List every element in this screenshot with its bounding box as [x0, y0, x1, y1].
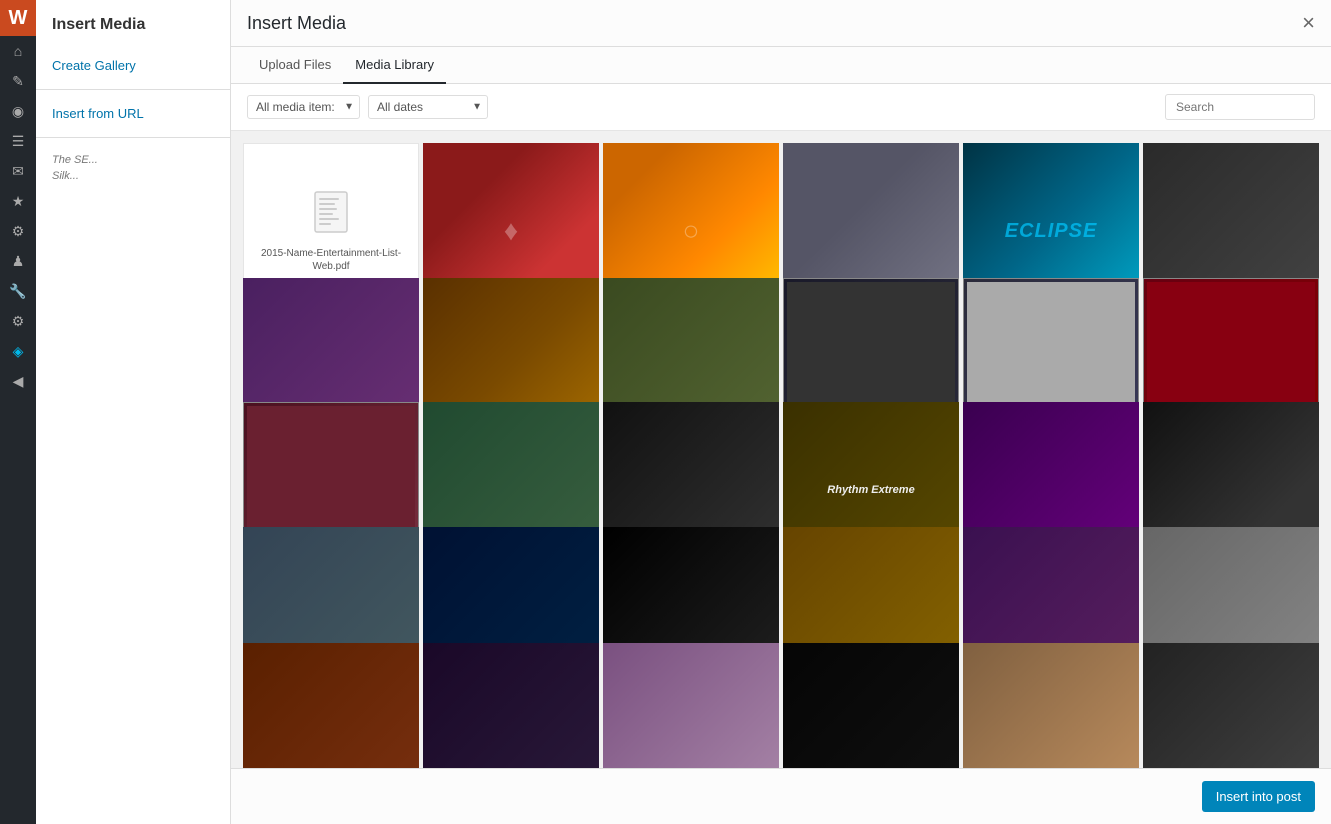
tools-icon[interactable]: 🔧 [0, 276, 36, 306]
network-icon[interactable]: ◈ [0, 336, 36, 366]
modal-title: Insert Media [36, 16, 230, 50]
media-item[interactable] [603, 643, 779, 768]
modal-overlay: Insert Media Create Gallery Insert from … [36, 0, 1331, 824]
tab-upload[interactable]: Upload Files [247, 47, 343, 84]
insert-into-post-button[interactable]: Insert into post [1202, 781, 1315, 812]
settings-icon[interactable]: ⚙ [0, 306, 36, 336]
create-gallery-link[interactable]: Create Gallery [36, 50, 230, 81]
search-input[interactable] [1165, 94, 1315, 120]
media-toolbar: All media item: Images Audio Video Docum… [231, 84, 1331, 131]
users-icon[interactable]: ♟ [0, 246, 36, 276]
sidebar-item-2: Silk... [52, 170, 214, 182]
dashboard-icon[interactable]: ⌂ [0, 36, 36, 66]
pdf-filename: 2015-Name-Entertainment-List-Web.pdf [252, 247, 410, 273]
edit-icon[interactable]: ✎ [0, 66, 36, 96]
filter-select-wrap: All media item: Images Audio Video Docum… [247, 95, 360, 119]
plugins-icon[interactable]: ⚙ [0, 216, 36, 246]
divider [36, 89, 230, 90]
pdf-icon [313, 190, 349, 241]
date-select-wrap: All dates January 2015 December 2014 Nov… [368, 95, 488, 119]
pages-icon[interactable]: ☰ [0, 126, 36, 156]
appearance-icon[interactable]: ★ [0, 186, 36, 216]
close-button[interactable]: × [1302, 12, 1315, 34]
media-item[interactable] [243, 643, 419, 768]
media-grid: 2015-Name-Entertainment-List-Web.pdf ♦ ○… [231, 131, 1331, 768]
filter-select[interactable]: All media item: Images Audio Video Docum… [247, 95, 360, 119]
sidebar-item-1: The SE... [52, 154, 214, 166]
wp-logo-icon: W [0, 0, 36, 36]
media-item[interactable] [783, 643, 959, 768]
main-content: Insert Media Create Gallery Insert from … [36, 0, 1331, 824]
media-item[interactable] [1143, 643, 1319, 768]
modal-left-panel: Insert Media Create Gallery Insert from … [36, 0, 231, 824]
comments-icon[interactable]: ✉ [0, 156, 36, 186]
divider2 [36, 137, 230, 138]
tabs-bar: Upload Files Media Library [231, 47, 1331, 84]
modal-main-panel: Insert Media × Upload Files Media Librar… [231, 0, 1331, 824]
dialog-header: Insert Media × [231, 0, 1331, 47]
tab-media-library[interactable]: Media Library [343, 47, 446, 84]
date-select[interactable]: All dates January 2015 December 2014 Nov… [368, 95, 488, 119]
insert-from-url-link[interactable]: Insert from URL [36, 98, 230, 129]
icon-sidebar: W ⌂ ✎ ◉ ☰ ✉ ★ ⚙ ♟ 🔧 ⚙ ◈ ◀ [0, 0, 36, 824]
dialog-footer: Insert into post [231, 768, 1331, 824]
media-icon[interactable]: ◉ [0, 96, 36, 126]
media-item[interactable] [963, 643, 1139, 768]
dialog-header-title: Insert Media [247, 13, 346, 34]
media-item[interactable] [423, 643, 599, 768]
collapse-icon[interactable]: ◀ [0, 366, 36, 396]
sidebar-section-label: The SE... Silk... [36, 146, 230, 190]
